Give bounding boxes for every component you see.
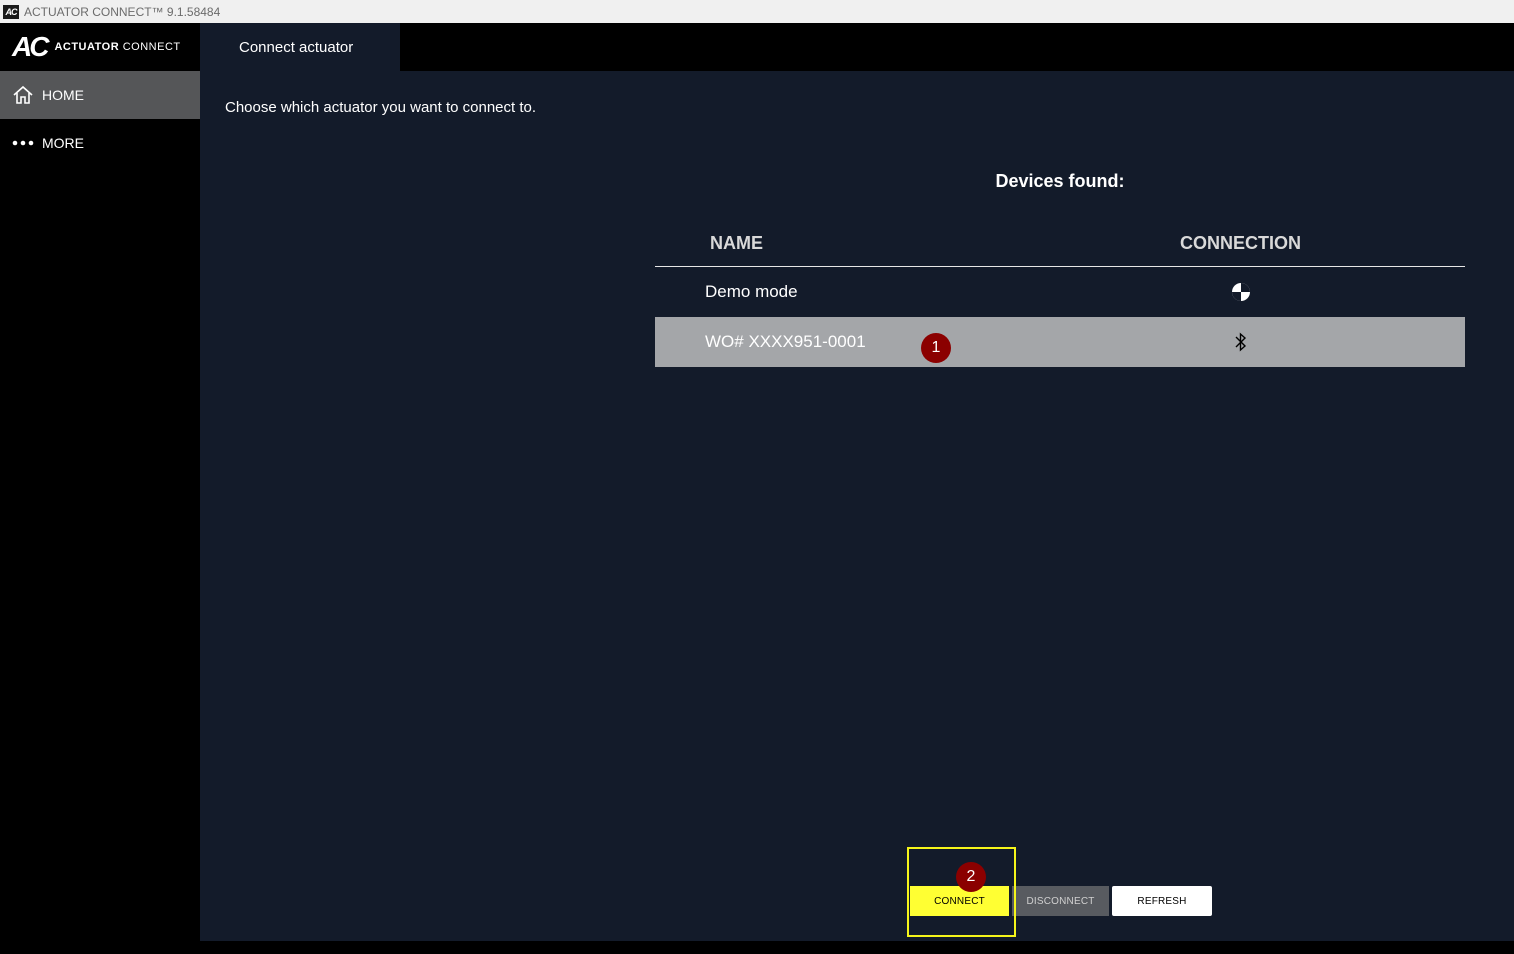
sidebar-item-more[interactable]: MORE — [0, 119, 200, 167]
device-name: Demo mode — [705, 282, 798, 301]
disconnect-button[interactable]: DISCONNECT — [1012, 886, 1109, 916]
sidebar-item-home-label: HOME — [42, 87, 84, 103]
table-row-demo-mode[interactable]: Demo mode — [655, 267, 1465, 317]
table-row-wo-device[interactable]: WO# XXXX951-0001 1 — [655, 317, 1465, 367]
app-icon: AC — [3, 4, 19, 19]
window-title: ACTUATOR CONNECT™ 9.1.58484 — [24, 4, 221, 19]
logo-text-light: CONNECT — [122, 41, 181, 53]
bottom-strip — [0, 941, 1514, 954]
header-bar: Connect actuator — [200, 23, 1514, 71]
column-header-name: NAME — [710, 233, 763, 253]
devices-table: NAME CONNECTION Demo mode WO# XXXX951-00… — [655, 221, 1465, 367]
bluetooth-icon — [1230, 331, 1252, 353]
sidebar-item-home[interactable]: HOME — [0, 71, 200, 119]
logo-mark: AC ACTUATOR CONNECT — [12, 32, 181, 62]
column-header-connection: CONNECTION — [1180, 233, 1301, 253]
window-titlebar: AC ACTUATOR CONNECT™ 9.1.58484 — [0, 0, 1514, 23]
logo-text: ACTUATOR CONNECT — [54, 41, 180, 53]
app-logo: AC ACTUATOR CONNECT — [0, 23, 200, 71]
sidebar-item-more-label: MORE — [42, 135, 84, 151]
device-name: WO# XXXX951-0001 — [705, 332, 866, 351]
main-content: Choose which actuator you want to connec… — [200, 71, 1514, 941]
logo-text-bold: ACTUATOR — [54, 41, 120, 53]
more-dots-icon — [11, 131, 35, 155]
refresh-button[interactable]: REFRESH — [1112, 886, 1212, 916]
demo-icon — [1230, 281, 1252, 303]
table-header: NAME CONNECTION — [655, 221, 1465, 267]
tab-connect-actuator[interactable]: Connect actuator — [200, 23, 400, 71]
sidebar: AC ACTUATOR CONNECT HOME MORE — [0, 23, 200, 954]
connect-button[interactable]: CONNECT — [910, 886, 1009, 916]
home-icon — [11, 83, 35, 107]
step-marker-1: 1 — [921, 333, 951, 363]
step-marker-2: 2 — [956, 862, 986, 892]
instruction-text: Choose which actuator you want to connec… — [225, 99, 537, 116]
devices-found-title: Devices found: — [995, 171, 1125, 191]
logo-ac: AC — [12, 31, 49, 62]
